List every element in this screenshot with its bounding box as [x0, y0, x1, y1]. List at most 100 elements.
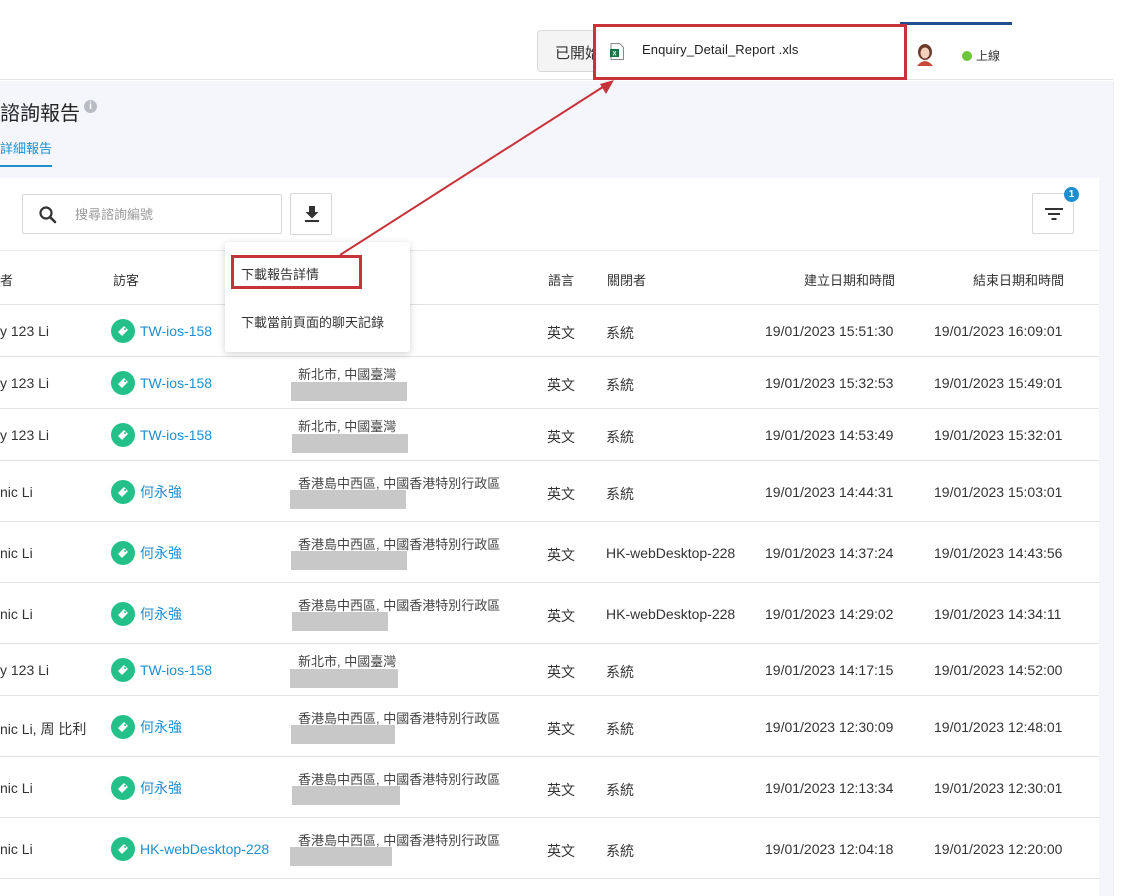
cell-created: 19/01/2023 15:32:53: [765, 375, 894, 391]
cell-closer: 系統: [606, 325, 634, 341]
cell-ended: 19/01/2023 14:34:11: [934, 606, 1062, 622]
header-language[interactable]: 語言: [548, 270, 574, 289]
scrollbar[interactable]: [1113, 81, 1128, 896]
visitor-name[interactable]: TW-ios-158: [140, 427, 212, 443]
header-visitor[interactable]: 訪客: [113, 270, 139, 289]
menu-item-download-chat[interactable]: 下載當前頁面的聊天記錄: [241, 312, 384, 331]
visitor-tag-icon: [111, 715, 135, 739]
visitor-name[interactable]: TW-ios-158: [140, 323, 212, 339]
table-row[interactable]: nic Li HK-webDesktop-228 香港島中西區, 中國香港特別行政區…: [0, 818, 1099, 879]
table-row[interactable]: nic Li 何永強 香港島中西區, 中國香港特別行政區 英文 系統 19/01/2023…: [0, 461, 1099, 522]
search-field[interactable]: [22, 194, 282, 234]
avatar[interactable]: [914, 42, 936, 66]
cell-ended: 19/01/2023 14:52:00: [934, 662, 1063, 678]
cell-language: 英文: [547, 608, 575, 624]
visitor-name[interactable]: 何永強: [140, 482, 182, 502]
visitor-link[interactable]: 何永強: [111, 715, 182, 739]
table-row[interactable]: y 123 Li TW-ios-158 新北市, 中國臺灣 英文 系統 19/01/202…: [0, 409, 1099, 461]
filter-count-badge: 1: [1064, 187, 1079, 202]
redacted-block: [291, 551, 407, 570]
downloaded-file-name[interactable]: Enquiry_Detail_Report .xls: [642, 42, 799, 57]
cell-agent: y 123 Li: [0, 375, 50, 391]
cell-created: 19/01/2023 14:44:31: [765, 484, 894, 500]
visitor-tag-icon: [111, 658, 135, 682]
visitor-link[interactable]: HK-webDesktop-228: [111, 837, 269, 861]
cell-closer: 系統: [606, 721, 634, 737]
cell-ended: 19/01/2023 12:48:01: [934, 719, 1063, 735]
visitor-link[interactable]: 何永強: [111, 776, 182, 800]
cell-ended: 19/01/2023 12:20:00: [934, 841, 1063, 857]
redacted-block: [290, 669, 398, 688]
visitor-name[interactable]: HK-webDesktop-228: [140, 841, 269, 857]
cell-language: 英文: [547, 664, 575, 680]
header-accent-line: [900, 22, 1012, 25]
table-row[interactable]: nic Li 何永強 香港島中西區, 中國香港特別行政區 英文 HK-webDeskto…: [0, 583, 1099, 644]
cell-agent: nic Li: [0, 780, 33, 796]
cell-ended: 19/01/2023 15:49:01: [934, 375, 1063, 391]
cell-language: 英文: [547, 721, 575, 737]
visitor-tag-icon: [111, 837, 135, 861]
redacted-block: [291, 725, 395, 744]
cell-closer: 系統: [606, 843, 634, 859]
visitor-link[interactable]: 何永強: [111, 480, 182, 504]
cell-language: 英文: [547, 843, 575, 859]
table-row[interactable]: y 123 Li TW-ios-158 新北市, 中國臺灣 英文 系統 19/01/202…: [0, 357, 1099, 409]
cell-agent: nic Li: [0, 841, 33, 857]
cell-agent: nic Li: [0, 484, 33, 500]
download-button[interactable]: [290, 193, 332, 235]
cell-closer: 系統: [606, 782, 634, 798]
visitor-tag-icon: [111, 423, 135, 447]
table-row[interactable]: y 123 Li TW-ios-158 新北市, 中國臺灣英文 系統 19/01/202…: [0, 644, 1099, 696]
visitor-link[interactable]: 何永強: [111, 541, 182, 565]
cell-ended: 19/01/2023 15:32:01: [934, 427, 1063, 443]
visitor-name[interactable]: 何永強: [140, 543, 182, 563]
excel-file-icon: X: [610, 43, 624, 60]
header-agent[interactable]: 者: [0, 270, 13, 289]
visitor-link[interactable]: TW-ios-158: [111, 658, 212, 682]
visitor-name[interactable]: TW-ios-158: [140, 375, 212, 391]
cell-language: 英文: [547, 325, 575, 341]
cell-closer: 系統: [606, 377, 634, 393]
table-row[interactable]: nic Li, 周 比利 何永強 香港島中西區, 中國香港特別行政區 英文 系統 19/0…: [0, 696, 1099, 757]
cell-location: 新北市, 中國臺灣: [298, 367, 397, 382]
table-header: 者 訪客 語言 關閉者 建立日期和時間 結束日期和時間: [0, 250, 1099, 305]
annotation-highlight-box: [231, 255, 362, 289]
cell-created: 19/01/2023 12:30:09: [765, 719, 894, 735]
svg-text:X: X: [612, 52, 616, 58]
search-input[interactable]: [75, 204, 265, 224]
page-title: 諮詢報告: [0, 103, 80, 125]
cell-closer: 系統: [606, 429, 634, 445]
cell-created: 19/01/2023 12:13:34: [765, 780, 894, 796]
search-icon: [38, 205, 58, 225]
cell-language: 英文: [547, 782, 575, 798]
table-row[interactable]: y 123 Li TW-ios-158 英文 系統 19/01/2023 15:51:3…: [0, 305, 1099, 357]
cell-closer: HK-webDesktop-228: [606, 545, 736, 561]
online-status-label[interactable]: 上線: [976, 47, 1000, 64]
redacted-block: [292, 786, 400, 805]
visitor-link[interactable]: TW-ios-158: [111, 371, 212, 395]
table-row[interactable]: nic Li 何永強 香港島中西區, 中國香港特別行政區 英文 系統 19/01/2023…: [0, 757, 1099, 818]
cell-agent: y 123 Li: [0, 323, 50, 339]
tab-detail-report[interactable]: 詳細報告: [0, 138, 53, 167]
cell-closer: 系統: [606, 664, 634, 680]
header-created[interactable]: 建立日期和時間: [804, 270, 895, 289]
top-bar: 已開始 上線: [0, 0, 1113, 80]
header-closer[interactable]: 關閉者: [607, 270, 646, 289]
visitor-name[interactable]: 何永強: [140, 604, 182, 624]
cell-closer: 系統: [606, 486, 634, 502]
visitor-name[interactable]: TW-ios-158: [140, 662, 212, 678]
info-icon[interactable]: i: [84, 100, 97, 113]
table-row[interactable]: nic Li 何永強 香港島中西區, 中國香港特別行政區 英文 HK-webDeskto…: [0, 522, 1099, 583]
visitor-link[interactable]: 何永強: [111, 602, 182, 626]
visitor-tag-icon: [111, 480, 135, 504]
visitor-name[interactable]: 何永強: [140, 778, 182, 798]
visitor-link[interactable]: TW-ios-158: [111, 319, 212, 343]
cell-ended: 19/01/2023 16:09:01: [934, 323, 1063, 339]
header-ended[interactable]: 結束日期和時間: [973, 270, 1064, 289]
cell-location: 新北市, 中國臺灣: [298, 654, 397, 669]
visitor-name[interactable]: 何永強: [140, 717, 182, 737]
cell-agent: y 123 Li: [0, 662, 50, 678]
downloaded-file-popup[interactable]: X Enquiry_Detail_Report .xls: [593, 24, 907, 80]
visitor-link[interactable]: TW-ios-158: [111, 423, 212, 447]
visitor-tag-icon: [111, 319, 135, 343]
